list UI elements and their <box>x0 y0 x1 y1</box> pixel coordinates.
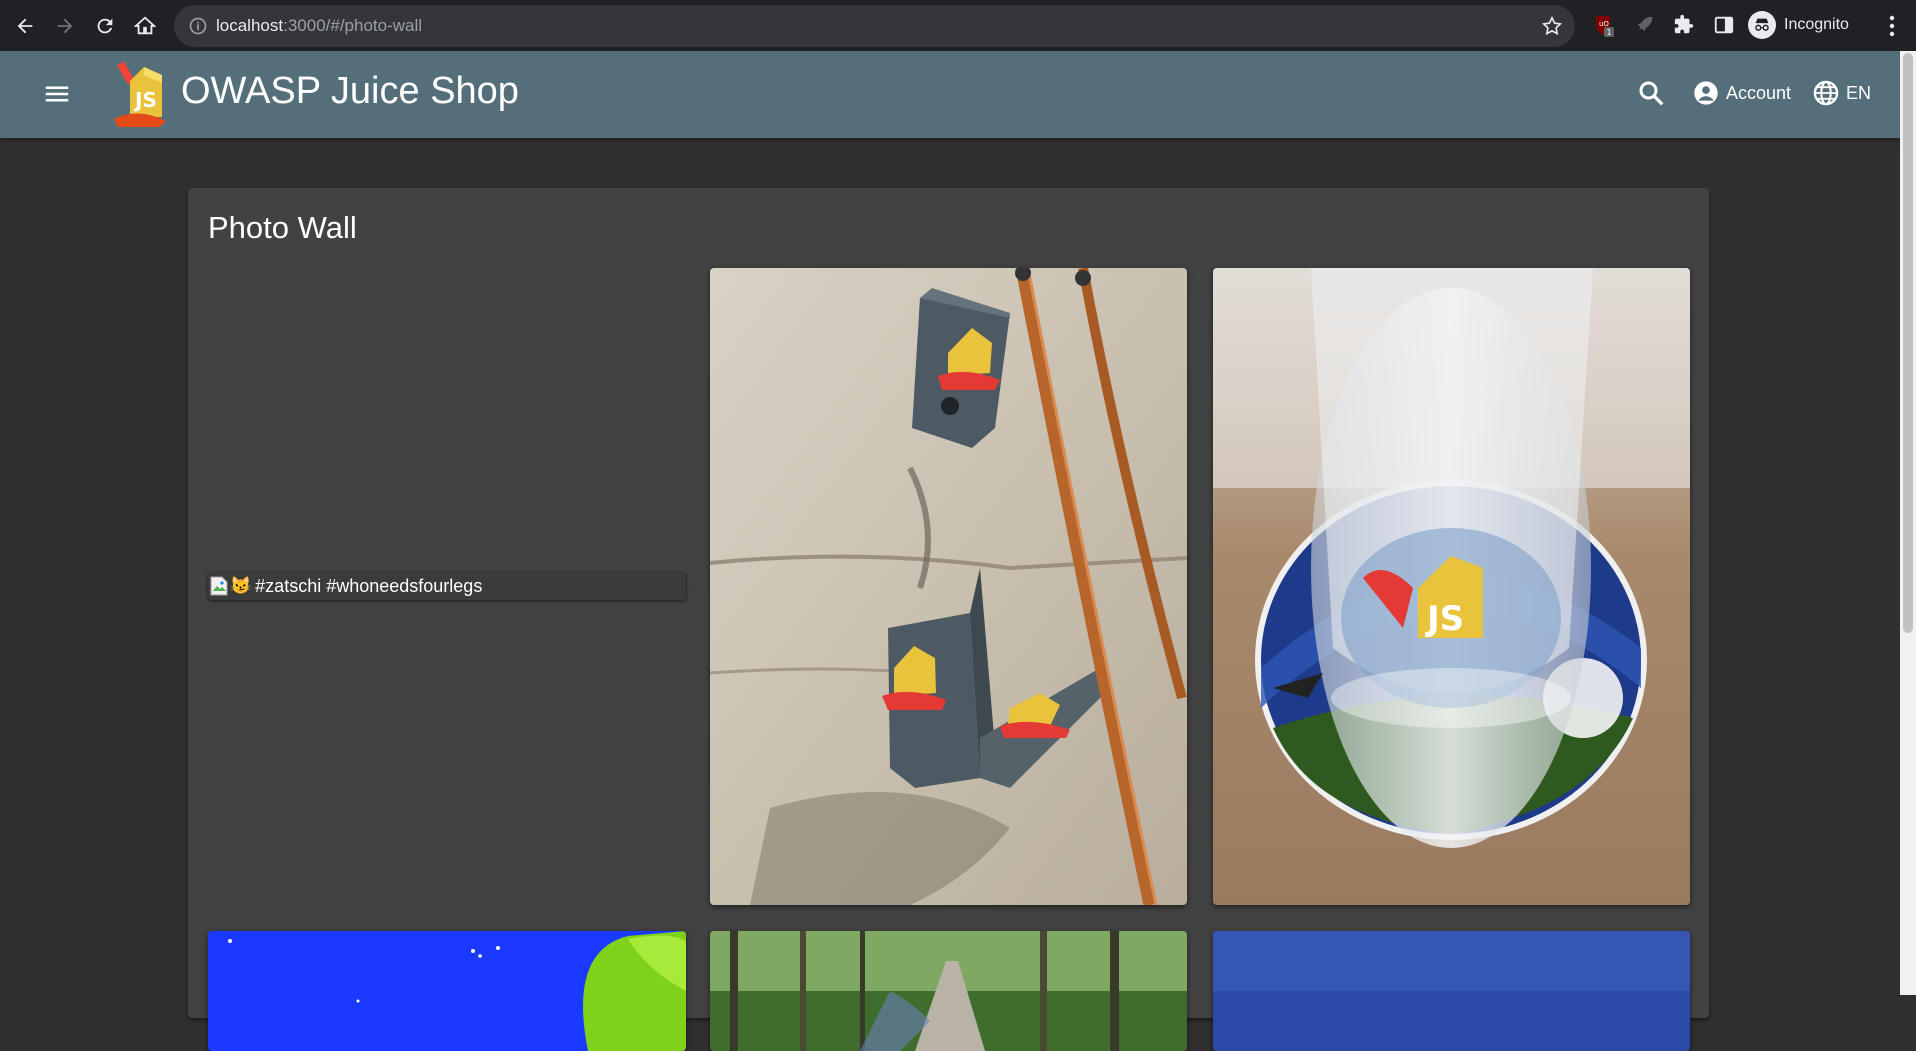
browser-toolbar: localhost:3000/#/photo-wall uO 1 Incognit… <box>0 0 1916 51</box>
back-button[interactable] <box>10 11 40 41</box>
profile-button[interactable]: Incognito <box>1748 8 1849 42</box>
globe-icon <box>1813 80 1839 106</box>
home-icon <box>134 16 156 35</box>
page-title: Photo Wall <box>208 210 357 245</box>
photo-forest-path[interactable] <box>710 931 1187 1051</box>
account-button[interactable]: Account <box>1692 76 1791 110</box>
photo-caption[interactable]: 😼 #zatschi #whoneedsfourlegs <box>208 572 686 600</box>
browser-menu-icon[interactable] <box>1880 12 1904 40</box>
address-bar[interactable]: localhost:3000/#/photo-wall <box>174 5 1575 47</box>
account-label: Account <box>1726 82 1792 103</box>
search-icon[interactable] <box>1636 78 1666 108</box>
info-icon[interactable] <box>188 16 208 36</box>
app-toolbar: JS OWASP Juice Shop Account EN <box>0 51 1900 138</box>
photo-glass-on-coaster[interactable]: JS <box>1213 268 1690 905</box>
ublock-extension-icon[interactable]: uO 1 <box>1592 13 1616 37</box>
page-scrollbar[interactable] <box>1900 51 1916 995</box>
account-circle-icon <box>1694 81 1718 105</box>
language-button[interactable]: EN <box>1812 76 1871 110</box>
photo-blue-image[interactable] <box>1213 931 1690 1051</box>
svg-text:1: 1 <box>1607 28 1612 37</box>
url-text[interactable]: localhost:3000/#/photo-wall <box>216 16 422 36</box>
bookmark-star-icon[interactable] <box>1541 15 1563 37</box>
svg-text:JS: JS <box>1425 599 1464 639</box>
arrow-left-icon <box>17 18 33 34</box>
profile-label: Incognito <box>1784 16 1849 33</box>
hamburger-menu-icon[interactable] <box>42 79 72 109</box>
side-panel-icon[interactable] <box>1712 13 1736 37</box>
svg-text:JS: JS <box>133 88 157 112</box>
puzzle-extensions-icon[interactable] <box>1672 13 1696 37</box>
scrollbar-thumb[interactable] <box>1903 53 1913 633</box>
cat-emoji: 😼 <box>230 576 252 595</box>
photo-blue-sky-green-hill[interactable] <box>208 931 686 1051</box>
photo-stickers-on-wall[interactable] <box>710 268 1187 905</box>
reload-icon <box>97 18 113 34</box>
forward-button[interactable] <box>50 11 80 41</box>
incognito-icon <box>1748 11 1776 39</box>
svg-text:uO: uO <box>1599 20 1609 28</box>
app-title[interactable]: OWASP Juice Shop <box>181 70 519 113</box>
photo-wall-card: Photo Wall 😼 #zatschi #whoneedsfourlegs <box>188 188 1709 1051</box>
language-label: EN <box>1846 82 1872 103</box>
arrow-right-icon <box>57 18 73 34</box>
reload-button[interactable] <box>90 11 120 41</box>
home-button[interactable] <box>130 11 160 41</box>
juice-shop-logo[interactable]: JS <box>108 59 172 127</box>
broken-image-icon <box>210 576 228 596</box>
caption-text: #zatschi #whoneedsfourlegs <box>255 575 483 596</box>
rocket-extension-icon[interactable] <box>1632 13 1656 37</box>
